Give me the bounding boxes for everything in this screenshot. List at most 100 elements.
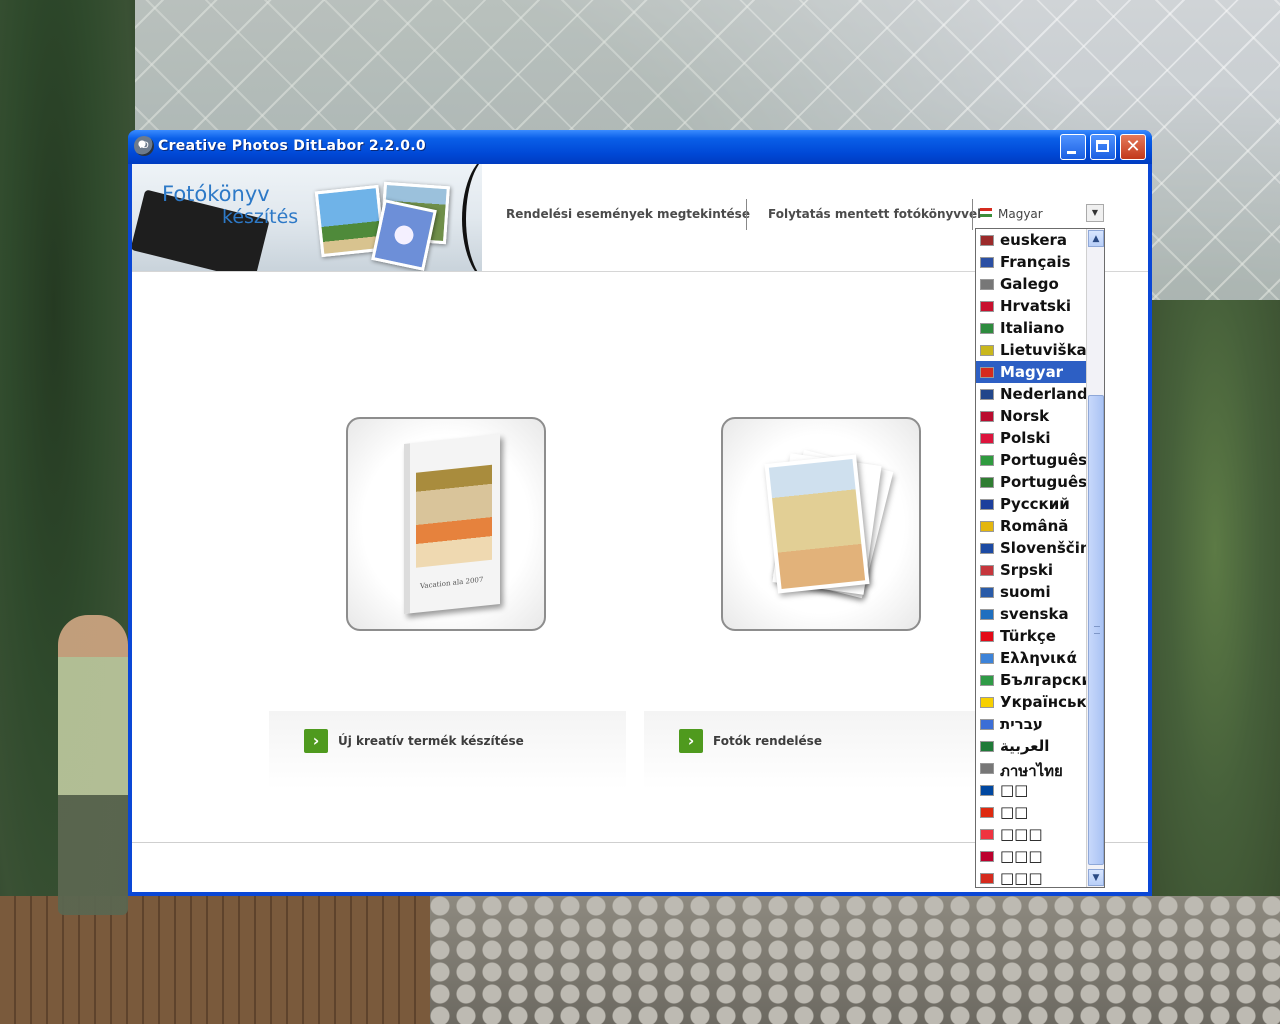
language-option-label: Italiano (1000, 319, 1065, 337)
language-option-label: Ελληνικά (1000, 649, 1077, 667)
desktop-wallpaper-stones (430, 896, 1280, 1024)
flag-icon (980, 807, 994, 818)
language-option-label: العربية (1000, 737, 1050, 755)
flag-icon (980, 741, 994, 752)
language-option-label: Українська (1000, 693, 1097, 711)
language-option[interactable]: □□□ (976, 845, 1086, 867)
chevron-down-icon[interactable]: ▼ (1086, 204, 1104, 222)
language-option[interactable]: Português (976, 471, 1088, 493)
maximize-button[interactable] (1090, 134, 1116, 160)
flag-icon (980, 719, 994, 730)
language-option-label: עברית (1000, 715, 1043, 733)
banner-title: Fotókönyv (162, 182, 270, 206)
language-option-label: Română (1000, 517, 1069, 535)
book-caption: Vacation ala 2007 (420, 575, 484, 591)
language-option[interactable]: Ελληνικά (976, 647, 1086, 669)
flag-icon (980, 829, 994, 840)
close-button[interactable]: ✕ (1120, 134, 1146, 160)
window-title: Creative Photos DitLabor 2.2.0.0 (158, 138, 426, 154)
language-option[interactable]: Galego (976, 273, 1086, 295)
language-option-label: Türkçe (1000, 627, 1056, 645)
language-option[interactable]: svenska (976, 603, 1086, 625)
language-option[interactable]: Türkçe (976, 625, 1086, 647)
close-icon: ✕ (1125, 136, 1141, 157)
scroll-up-icon[interactable]: ▲ (1088, 230, 1104, 247)
language-option[interactable]: עברית (976, 713, 1086, 735)
desktop-wallpaper-person (58, 615, 128, 915)
language-option[interactable]: Srpski (976, 559, 1086, 581)
language-option[interactable]: Українська (976, 691, 1097, 713)
scroll-down-icon[interactable]: ▼ (1088, 869, 1104, 886)
flag-icon (980, 411, 994, 422)
new-creative-product-button[interactable]: › Új kreatív termék készítése (269, 711, 626, 789)
minimize-button[interactable] (1060, 134, 1086, 160)
language-option[interactable]: Hrvatski (976, 295, 1086, 317)
language-option[interactable]: suomi (976, 581, 1086, 603)
order-photos-label: Fotók rendelése (713, 734, 822, 748)
language-option[interactable]: Slovenščina (976, 537, 1101, 559)
language-option-label: Français (1000, 253, 1071, 271)
language-option[interactable]: Български (976, 669, 1092, 691)
flag-icon (980, 433, 994, 444)
language-option-label: □□ (1000, 781, 1029, 799)
language-option[interactable]: Norsk (976, 405, 1086, 427)
language-option[interactable]: Lietuviškai (976, 339, 1092, 361)
language-option[interactable]: العربية (976, 735, 1086, 757)
banner: Fotókönyv készítés (132, 164, 482, 271)
photo-print-front (764, 454, 870, 594)
flag-icon (980, 477, 994, 488)
flag-icon (980, 873, 994, 884)
app-logo-icon: ID (134, 136, 154, 156)
language-option-label: Português (1000, 451, 1088, 469)
language-option-label: Lietuviškai (1000, 341, 1092, 359)
language-option[interactable]: Italiano (976, 317, 1086, 339)
dropdown-scrollbar[interactable]: ▲ ▼ (1086, 229, 1104, 887)
language-select[interactable]: Magyar ▼ (978, 204, 1104, 226)
banner-curve (462, 164, 482, 271)
language-dropdown-list[interactable]: euskera Français Galego Hrvatski Italiano Lie… (975, 228, 1105, 888)
flag-icon (980, 697, 994, 708)
print-photo (768, 458, 866, 590)
language-option[interactable]: Русский (976, 493, 1086, 515)
language-option[interactable]: □□□ (976, 867, 1086, 887)
language-option-label: Nederlands (1000, 385, 1097, 403)
language-option-label: Português (1000, 473, 1088, 491)
banner-subtitle: készítés (222, 206, 299, 228)
flag-icon (980, 543, 994, 554)
language-option[interactable]: ภาษาไทย (976, 757, 1086, 780)
flag-icon (980, 499, 994, 510)
flag-icon (980, 631, 994, 642)
language-option[interactable]: □□□ (976, 823, 1086, 845)
language-option[interactable]: □□ (976, 801, 1086, 823)
language-option-label: Norsk (1000, 407, 1050, 425)
language-option-label: Hrvatski (1000, 297, 1072, 315)
photobook-image: Vacation ala 2007 (404, 433, 500, 615)
order-photos-button[interactable]: › Fotók rendelése (644, 711, 1001, 789)
language-option-label: Srpski (1000, 561, 1053, 579)
hungarian-flag-icon (980, 208, 992, 217)
language-select-value: Magyar (998, 207, 1043, 221)
flag-icon (980, 785, 994, 796)
view-orders-link[interactable]: Rendelési események megtekintése (506, 207, 750, 221)
flag-icon (980, 323, 994, 334)
language-option-label: □□□ (1000, 847, 1043, 865)
language-option[interactable]: □□ (976, 779, 1086, 801)
language-option[interactable]: Română (976, 515, 1086, 537)
language-option[interactable]: Português (976, 449, 1088, 471)
language-option[interactable]: euskera (976, 229, 1086, 251)
title-bar[interactable]: ID Creative Photos DitLabor 2.2.0.0 ✕ (128, 130, 1152, 164)
language-options: euskera Français Galego Hrvatski Italiano Lie… (976, 229, 1101, 887)
language-option[interactable]: Français (976, 251, 1086, 273)
photo-prints-tile[interactable] (721, 417, 921, 631)
language-option[interactable]: Polski (976, 427, 1086, 449)
language-option[interactable]: Magyar (976, 361, 1086, 383)
flag-icon (980, 279, 994, 290)
book-cover-photo (416, 464, 492, 568)
photobook-product-tile[interactable]: Vacation ala 2007 (346, 417, 546, 631)
continue-saved-book-link[interactable]: Folytatás mentett fotókönyvvel (768, 207, 981, 221)
flag-icon (980, 587, 994, 598)
flag-icon (980, 367, 994, 378)
scroll-thumb[interactable] (1088, 395, 1104, 865)
language-option[interactable]: Nederlands (976, 383, 1097, 405)
language-option-label: Polski (1000, 429, 1051, 447)
